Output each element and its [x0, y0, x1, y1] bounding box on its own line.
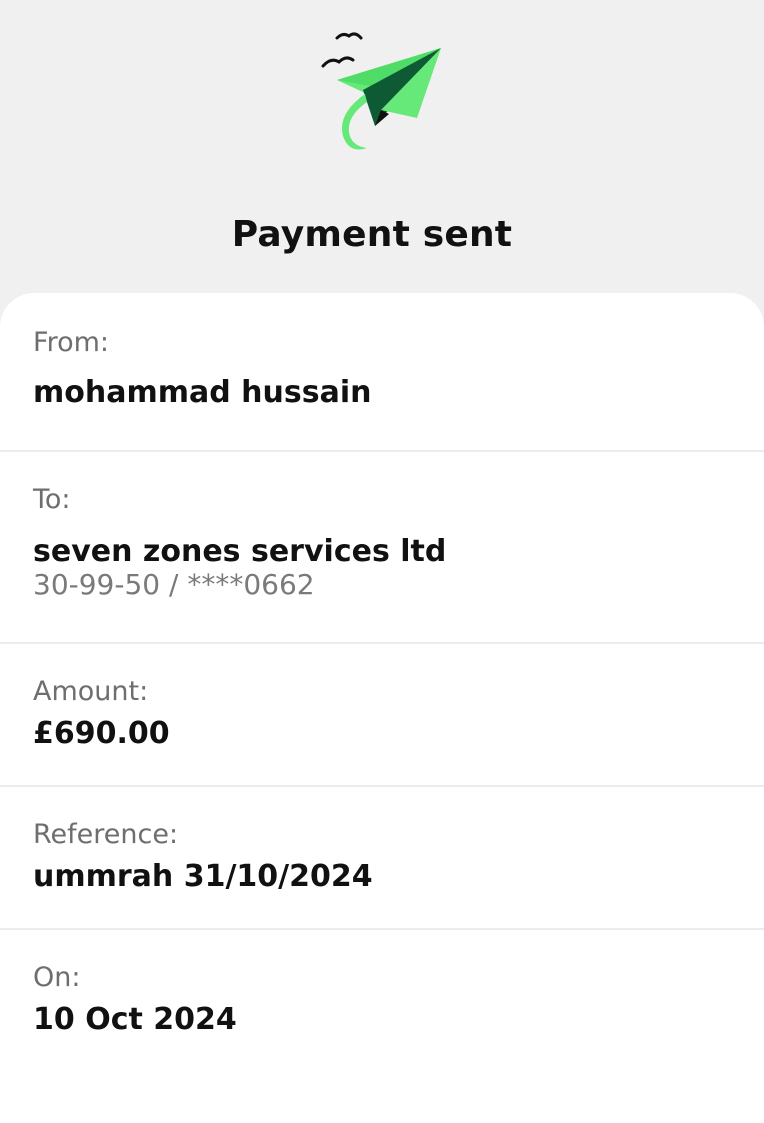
date-row: On: 10 Oct 2024 — [0, 930, 764, 1100]
from-value: mohammad hussain — [33, 375, 372, 410]
reference-row: Reference: ummrah 31/10/2024 — [0, 787, 764, 930]
payment-details-card: From: mohammad hussain To: seven zones s… — [0, 293, 764, 1123]
payment-sent-header: Payment sent — [0, 0, 764, 300]
reference-label: Reference: — [33, 819, 179, 850]
page-title: Payment sent — [231, 214, 513, 255]
from-row: From: mohammad hussain — [0, 293, 764, 452]
from-label: From: — [33, 327, 109, 358]
reference-value: ummrah 31/10/2024 — [33, 859, 373, 894]
date-label: On: — [33, 962, 81, 993]
to-row: To: seven zones services ltd 30-99-50 / … — [0, 452, 764, 644]
to-account-number: 30-99-50 / ****0662 — [33, 568, 315, 601]
to-label: To: — [33, 484, 71, 515]
amount-row: Amount: £690.00 — [0, 644, 764, 787]
to-value: seven zones services ltd — [33, 534, 447, 569]
paper-plane-icon — [321, 32, 441, 150]
amount-label: Amount: — [33, 676, 149, 707]
date-value: 10 Oct 2024 — [33, 1002, 237, 1037]
amount-value: £690.00 — [33, 716, 170, 751]
